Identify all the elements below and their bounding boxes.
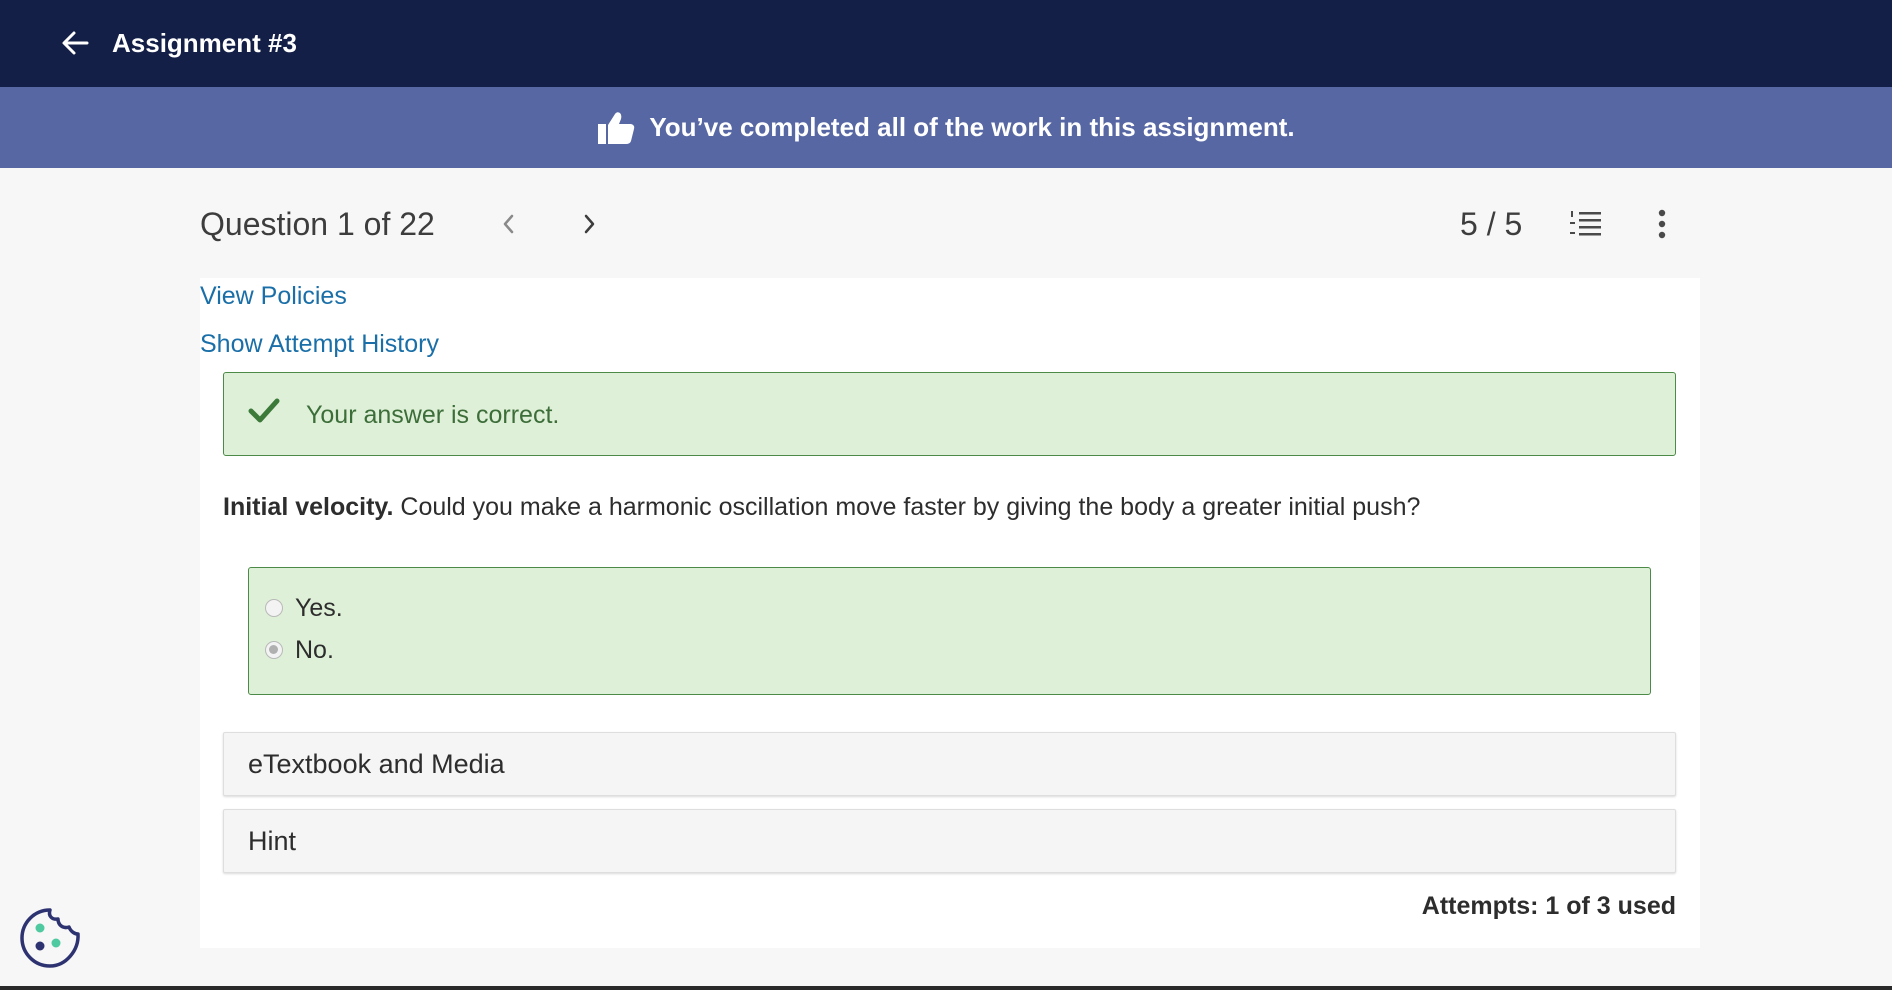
completion-banner: You’ve completed all of the work in this…	[0, 87, 1892, 168]
question-list-button[interactable]	[1566, 204, 1606, 244]
correct-feedback-box: Your answer is correct.	[223, 372, 1676, 456]
option-no[interactable]: No.	[265, 634, 334, 666]
cookie-settings-button[interactable]	[18, 906, 82, 970]
attempts-counter: Attempts: 1 of 3 used	[1421, 892, 1676, 920]
checkmark-icon	[248, 398, 280, 423]
vertical-dots-icon	[1658, 209, 1666, 239]
etextbook-media-section[interactable]: eTextbook and Media	[223, 732, 1676, 796]
next-question-button[interactable]	[569, 204, 609, 244]
show-attempt-history-link[interactable]: Show Attempt History	[200, 328, 439, 360]
option-label: Yes.	[295, 594, 343, 622]
completion-message: You’ve completed all of the work in this…	[649, 112, 1295, 142]
top-bar: Assignment #3	[0, 0, 1892, 87]
hint-section[interactable]: Hint	[223, 809, 1676, 873]
arrow-left-icon	[62, 31, 89, 55]
option-label: No.	[295, 636, 334, 664]
more-options-button[interactable]	[1642, 204, 1682, 244]
question-score: 5 / 5	[1460, 206, 1523, 242]
question-body: Could you make a harmonic oscillation mo…	[393, 493, 1421, 521]
cookie-icon	[20, 908, 80, 968]
question-counter: Question 1 of 22	[200, 206, 435, 242]
question-bold-label: Initial velocity.	[223, 493, 394, 521]
numbered-list-icon	[1570, 211, 1601, 236]
answer-options-box: Yes. No.	[248, 567, 1651, 695]
chevron-left-icon	[503, 214, 514, 234]
page-bottom-border	[0, 986, 1892, 990]
chevron-right-icon	[584, 214, 595, 234]
option-yes[interactable]: Yes.	[265, 592, 343, 624]
assignment-title: Assignment #3	[112, 28, 297, 58]
question-header: Question 1 of 22 5 / 5	[0, 168, 1892, 278]
radio-button[interactable]	[265, 599, 283, 617]
view-policies-link[interactable]: View Policies	[200, 280, 347, 312]
feedback-text: Your answer is correct.	[306, 401, 560, 429]
previous-question-button[interactable]	[489, 204, 529, 244]
question-text: Initial velocity. Could you make a harmo…	[223, 490, 1673, 524]
thumbs-up-icon	[598, 111, 635, 144]
back-button[interactable]	[58, 26, 92, 60]
question-content: View Policies Show Attempt History Your …	[200, 278, 1700, 948]
radio-button-selected[interactable]	[265, 641, 283, 659]
